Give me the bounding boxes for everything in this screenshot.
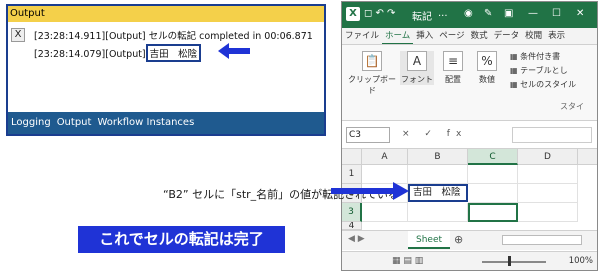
tab-insert[interactable]: 挿入 bbox=[413, 28, 436, 44]
cell-styles-button[interactable]: ▦ セルのスタイル bbox=[510, 79, 576, 90]
completion-banner: これでセルの転記は完了 bbox=[78, 226, 285, 253]
align-group[interactable]: ≡ 配置 bbox=[438, 51, 468, 85]
pen-icon[interactable]: ✎ bbox=[484, 8, 492, 19]
restore-icon[interactable]: ▣ bbox=[504, 8, 513, 19]
column-header-c[interactable]: C bbox=[468, 149, 518, 165]
name-box[interactable]: C3 bbox=[346, 127, 390, 143]
column-header-b[interactable]: B bbox=[408, 149, 468, 165]
clipboard-label: クリップボード bbox=[348, 75, 396, 95]
close-button[interactable]: X bbox=[11, 28, 25, 42]
sheet-nav-icon[interactable]: ◀ ▶ bbox=[348, 234, 365, 244]
ribbon: 📋 クリップボード A フォント ≡ 配置 % 数値 ▦ 条件付き書 ▦ テーブ… bbox=[342, 45, 597, 121]
sheet-tab[interactable]: Sheet bbox=[408, 231, 451, 249]
align-icon: ≡ bbox=[443, 51, 463, 71]
clipboard-icon: 📋 bbox=[362, 51, 382, 71]
arrow-right-icon bbox=[331, 182, 409, 200]
tab-view[interactable]: 表示 bbox=[545, 28, 568, 44]
cell-b1[interactable] bbox=[408, 165, 468, 184]
font-label: フォント bbox=[401, 75, 433, 84]
cell-b2-highlight[interactable]: 吉田 松陰 bbox=[408, 184, 468, 202]
zoom-slider[interactable] bbox=[482, 261, 546, 263]
output-panel: Output X [23:28:14.911][Output] セルの転記 co… bbox=[6, 4, 326, 136]
clipboard-group[interactable]: 📋 クリップボード bbox=[346, 51, 398, 96]
cell-d1[interactable] bbox=[518, 165, 578, 184]
styles-group-label: スタイ bbox=[560, 102, 584, 111]
output-tabs: Logging Output Workflow Instances bbox=[8, 112, 324, 134]
number-group[interactable]: % 数値 bbox=[472, 51, 502, 85]
horizontal-scrollbar[interactable] bbox=[502, 235, 582, 245]
cell-d2[interactable] bbox=[518, 184, 578, 203]
cell-d3[interactable] bbox=[518, 203, 578, 222]
tab-output[interactable]: Output bbox=[54, 112, 95, 134]
sheet-tab-bar: ◀ ▶ Sheet ⊕ bbox=[342, 230, 597, 250]
excel-window: X ◻ ↶ ↷ 転記 ... ◉ ✎ ▣ — ☐ ✕ ファイル ホーム 挿入 ページ数… bbox=[341, 1, 598, 271]
formula-bar: C3 × ✓ fx bbox=[342, 121, 597, 149]
log-line-output: [23:28:14.079][Output] 吉田 松陰 bbox=[34, 44, 202, 62]
cell-c2[interactable] bbox=[468, 184, 518, 203]
minimize-icon[interactable]: — bbox=[528, 8, 538, 19]
log-line-completed: [23:28:14.911][Output] セルの転記 completed i… bbox=[34, 31, 313, 42]
number-label: 数値 bbox=[479, 75, 495, 84]
tab-home[interactable]: ホーム bbox=[382, 28, 414, 44]
cell-c3-selected[interactable] bbox=[468, 203, 518, 222]
excel-title-bar: X ◻ ↶ ↷ 転記 ... ◉ ✎ ▣ — ☐ ✕ bbox=[342, 2, 597, 28]
select-all-corner[interactable] bbox=[342, 149, 362, 165]
conditional-formatting-button[interactable]: ▦ 条件付き書 bbox=[510, 51, 560, 62]
tab-review[interactable]: 校閲 bbox=[522, 28, 545, 44]
close-window-icon[interactable]: ✕ bbox=[576, 8, 584, 19]
output-panel-title: Output bbox=[8, 6, 324, 22]
tab-file[interactable]: ファイル bbox=[342, 28, 382, 44]
tab-workflow-instances[interactable]: Workflow Instances bbox=[94, 112, 197, 134]
arrow-left-icon bbox=[218, 43, 250, 59]
zoom-level[interactable]: 100% bbox=[569, 256, 593, 266]
window-title: 転記 bbox=[412, 12, 432, 23]
tab-data[interactable]: データ bbox=[491, 28, 523, 44]
font-icon: A bbox=[407, 51, 427, 71]
autosave-icon[interactable]: ◻ ↶ ↷ bbox=[364, 8, 395, 19]
row-header-4[interactable]: 4 bbox=[342, 222, 362, 230]
row-header-3[interactable]: 3 bbox=[342, 203, 362, 222]
column-header-e[interactable] bbox=[578, 149, 597, 165]
percent-icon: % bbox=[477, 51, 497, 71]
output-log: X [23:28:14.911][Output] セルの転記 completed… bbox=[8, 22, 324, 102]
excel-logo-icon: X bbox=[346, 7, 360, 21]
align-label: 配置 bbox=[445, 75, 461, 84]
zoom-slider-thumb[interactable] bbox=[508, 256, 511, 266]
tab-logging[interactable]: Logging bbox=[8, 112, 54, 134]
formula-input[interactable] bbox=[512, 127, 592, 143]
user-avatar-icon[interactable]: ◉ bbox=[464, 8, 473, 19]
cell-a3[interactable] bbox=[362, 203, 408, 222]
column-header-d[interactable]: D bbox=[518, 149, 578, 165]
output-value-highlight: 吉田 松陰 bbox=[145, 44, 202, 62]
log-line-prefix: [23:28:14.079][Output] bbox=[34, 49, 146, 60]
cell-c1[interactable] bbox=[468, 165, 518, 184]
formula-icons[interactable]: × ✓ fx bbox=[402, 129, 467, 139]
tab-page[interactable]: ページ bbox=[436, 28, 467, 44]
view-mode-icons[interactable]: ▦ ▤ ▥ bbox=[392, 256, 423, 266]
format-as-table-button[interactable]: ▦ テーブルとし bbox=[510, 65, 568, 76]
font-group[interactable]: A フォント bbox=[400, 51, 434, 85]
window-title-suffix: ... bbox=[438, 8, 448, 19]
cell-b3[interactable] bbox=[408, 203, 468, 222]
column-header-a[interactable]: A bbox=[362, 149, 408, 165]
tab-formulas[interactable]: 数式 bbox=[468, 28, 491, 44]
status-bar: ▦ ▤ ▥ 100% bbox=[342, 251, 597, 270]
add-sheet-icon[interactable]: ⊕ bbox=[454, 233, 463, 246]
maximize-icon[interactable]: ☐ bbox=[552, 8, 561, 19]
ribbon-tabs: ファイル ホーム 挿入 ページ 数式 データ 校閲 表示 bbox=[342, 28, 597, 45]
